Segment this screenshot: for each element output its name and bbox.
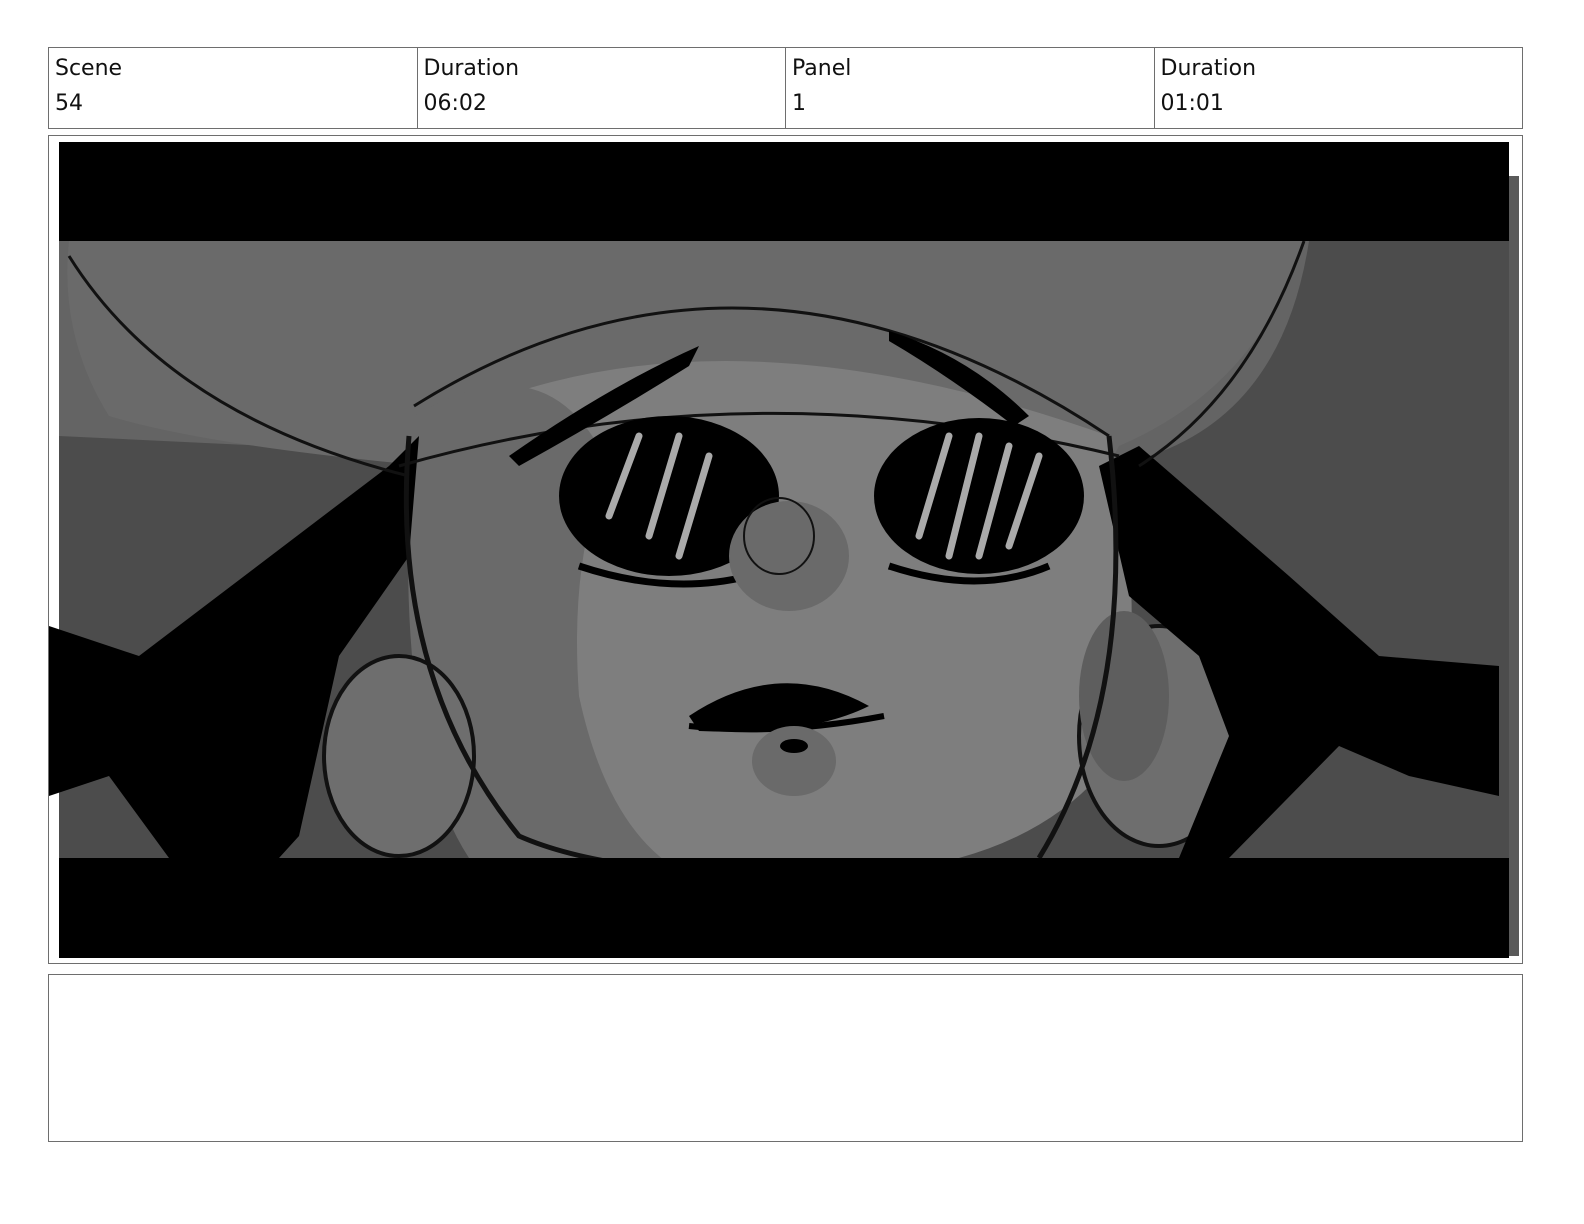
sketch-image [49,142,1509,958]
notes-box [48,974,1523,1142]
panel-duration-cell: Duration 01:01 [1155,48,1523,128]
scene-duration-value: 06:02 [423,91,487,116]
panel-cell: Panel 1 [786,48,1155,128]
storyboard-drawing [49,142,1519,958]
panel-value: 1 [792,91,806,116]
scene-label: Scene [55,56,123,81]
scene-duration-cell: Duration 06:02 [418,48,786,128]
panel-header-table: Scene 54 Duration 06:02 Panel 1 Duration… [48,47,1523,129]
panel-duration-label: Duration [1160,56,1257,81]
storyboard-frame [48,135,1523,964]
scene-duration-label: Duration [423,56,520,81]
panel-duration-value: 01:01 [1160,91,1224,116]
scene-value: 54 [55,91,83,116]
panel-label: Panel [792,56,852,81]
scene-cell: Scene 54 [49,48,418,128]
